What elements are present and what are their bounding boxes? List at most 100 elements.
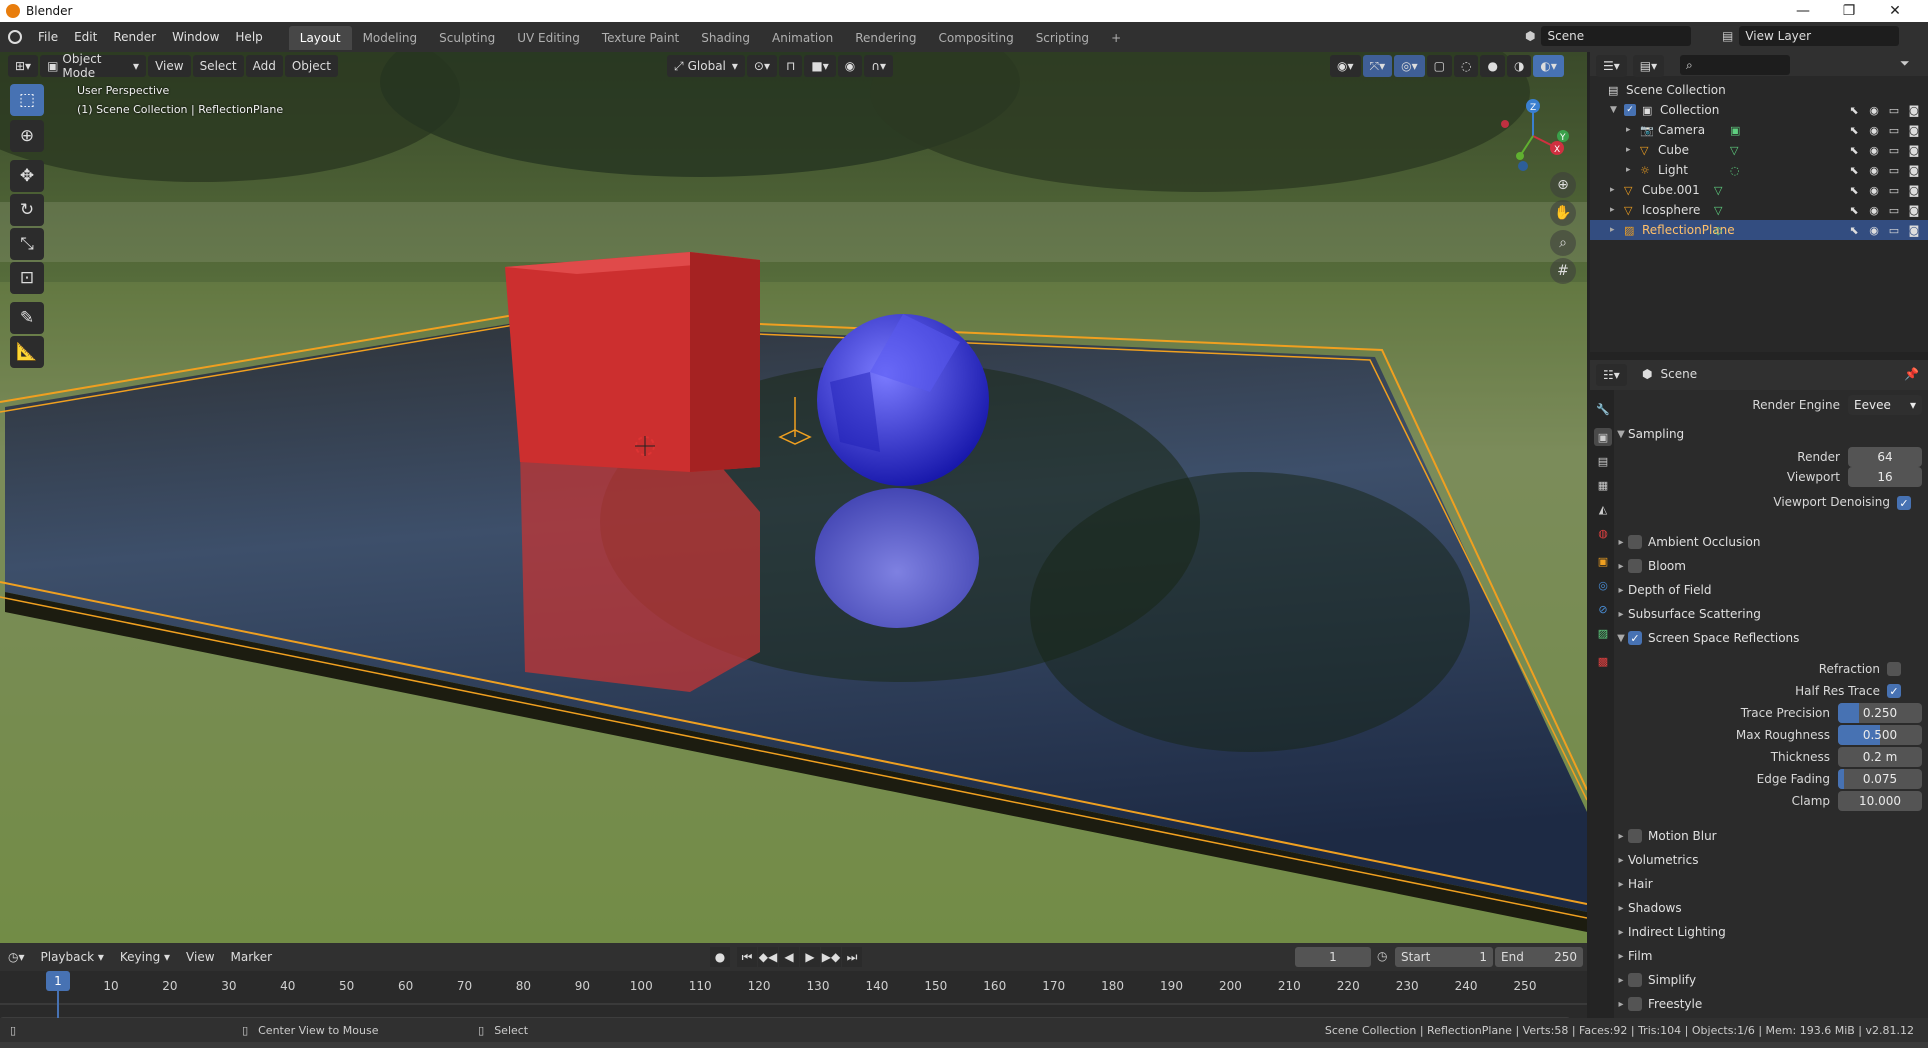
tool-cursor[interactable]: ⊕ xyxy=(10,120,44,152)
select-arrow-icon[interactable]: ⬉ xyxy=(1846,222,1862,238)
monitor-icon[interactable]: ▭ xyxy=(1886,162,1902,178)
properties-editor-type[interactable]: ☷▾ xyxy=(1596,364,1627,386)
camera-view-button[interactable]: ⌕ xyxy=(1550,230,1576,256)
shading-rendered[interactable]: ◐▾ xyxy=(1533,55,1564,77)
outliner-row[interactable]: ▤ Scene Collection xyxy=(1590,80,1928,100)
select-arrow-icon[interactable]: ⬉ xyxy=(1846,182,1862,198)
panel-header[interactable]: ▸ Bloom xyxy=(1614,554,1928,578)
view-layer-selector[interactable]: ▤ View Layer xyxy=(1722,26,1900,46)
select-arrow-icon[interactable]: ⬉ xyxy=(1846,122,1862,138)
collection-checkbox[interactable]: ✓ xyxy=(1624,104,1636,116)
tab-scripting[interactable]: Scripting xyxy=(1025,26,1100,50)
expand-icon[interactable]: ▸ xyxy=(1626,165,1631,175)
minimize-button[interactable]: — xyxy=(1780,0,1826,22)
refraction-checkbox[interactable] xyxy=(1887,662,1901,676)
ssr-checkbox[interactable]: ✓ xyxy=(1628,631,1642,645)
end-frame-field[interactable]: End 250 xyxy=(1495,947,1583,967)
play-reverse-button[interactable]: ◀ xyxy=(779,947,799,967)
tab-modeling[interactable]: Modeling xyxy=(352,26,429,50)
tab-view-layer[interactable]: ▦ xyxy=(1594,476,1612,494)
eye-icon[interactable]: ◉ xyxy=(1866,202,1882,218)
render-samples-field[interactable]: 64 xyxy=(1848,447,1922,467)
panel-header[interactable]: ▸ Subsurface Scattering xyxy=(1614,602,1928,626)
edge-fading-slider[interactable]: 0.075 xyxy=(1838,769,1922,789)
tab-object[interactable]: ▣ xyxy=(1594,552,1612,570)
select-arrow-icon[interactable]: ⬉ xyxy=(1846,142,1862,158)
tool-annotate[interactable]: ✎ xyxy=(10,302,44,334)
stopwatch-icon[interactable]: ◷ xyxy=(1377,949,1387,963)
tab-render[interactable]: ▣ xyxy=(1594,428,1612,446)
menu-edit[interactable]: Edit xyxy=(66,22,105,52)
tab-rendering[interactable]: Rendering xyxy=(844,26,927,50)
timeline-menu-keying[interactable]: Keying ▾ xyxy=(112,950,178,964)
viewport-menu-view[interactable]: View xyxy=(148,55,191,77)
outliner-row[interactable]: ▸ 📷 Camera ▣ ⬉ ◉ ▭ ◙ xyxy=(1590,120,1928,140)
tab-physics[interactable]: ◎ xyxy=(1594,576,1612,594)
panel-sampling-header[interactable]: ▼ Sampling xyxy=(1614,422,1928,446)
panel-enable-checkbox[interactable] xyxy=(1628,829,1642,843)
render-camera-icon[interactable]: ◙ xyxy=(1906,162,1922,178)
monitor-icon[interactable]: ▭ xyxy=(1886,142,1902,158)
proportional-edit-toggle[interactable]: ◉ xyxy=(837,55,863,77)
tab-shading[interactable]: Shading xyxy=(690,26,761,50)
tab-uv-editing[interactable]: UV Editing xyxy=(506,26,591,50)
render-camera-icon[interactable]: ◙ xyxy=(1906,122,1922,138)
tool-transform[interactable]: ⊡ xyxy=(10,262,44,294)
select-arrow-icon[interactable]: ⬉ xyxy=(1846,102,1862,118)
tool-rotate[interactable]: ↻ xyxy=(10,194,44,226)
eye-icon[interactable]: ◉ xyxy=(1866,102,1882,118)
outliner-search-input[interactable]: ⌕ xyxy=(1680,55,1790,75)
snap-target-button[interactable]: ■▾ xyxy=(804,55,836,77)
tab-texture-paint[interactable]: Texture Paint xyxy=(591,26,690,50)
panel-header[interactable]: ▸ Simplify xyxy=(1614,968,1928,992)
start-frame-field[interactable]: Start 1 xyxy=(1395,947,1493,967)
pin-icon[interactable]: 📌 xyxy=(1904,367,1919,381)
scene-selector[interactable]: ⬢ Scene xyxy=(1525,26,1692,46)
mode-dropdown[interactable]: ▣ Object Mode ▾ xyxy=(40,52,147,80)
current-frame-field[interactable]: 1 xyxy=(1295,947,1371,967)
editor-type-button[interactable]: ⊞▾ xyxy=(8,55,39,77)
object-data-icon[interactable]: ▽ xyxy=(1714,184,1722,197)
eye-icon[interactable]: ◉ xyxy=(1866,162,1882,178)
tool-scale[interactable]: ⤡ xyxy=(10,228,44,260)
render-camera-icon[interactable]: ◙ xyxy=(1906,102,1922,118)
panel-header[interactable]: ▸ Shadows xyxy=(1614,896,1928,920)
object-data-icon[interactable]: ▣ xyxy=(1730,124,1740,137)
panel-header[interactable]: ▸ Hair xyxy=(1614,872,1928,896)
collapse-icon[interactable]: ▼ xyxy=(1610,105,1617,115)
tab-animation[interactable]: Animation xyxy=(761,26,844,50)
3d-viewport[interactable]: ⊞▾ ▣ Object Mode ▾ View Select Add Object … xyxy=(0,52,1587,943)
monitor-icon[interactable]: ▭ xyxy=(1886,202,1902,218)
expand-icon[interactable]: ▸ xyxy=(1626,145,1631,155)
max-roughness-slider[interactable]: 0.500 xyxy=(1838,725,1922,745)
monitor-icon[interactable]: ▭ xyxy=(1886,102,1902,118)
shading-wireframe[interactable]: ◌ xyxy=(1453,55,1479,77)
expand-icon[interactable]: ▸ xyxy=(1610,205,1615,215)
menu-window[interactable]: Window xyxy=(164,22,227,52)
trace-precision-slider[interactable]: 0.250 xyxy=(1838,703,1922,723)
pan-button[interactable]: ✋ xyxy=(1550,200,1576,226)
tool-measure[interactable]: 📐 xyxy=(10,336,44,368)
next-keyframe-button[interactable]: ▶◆ xyxy=(821,947,841,967)
tab-constraints[interactable]: ⊘ xyxy=(1594,600,1612,618)
tab-data[interactable]: ▨ xyxy=(1594,624,1612,642)
thickness-field[interactable]: 0.2 m xyxy=(1838,747,1922,767)
play-button[interactable]: ▶ xyxy=(800,947,820,967)
viewport-menu-add[interactable]: Add xyxy=(245,55,283,77)
clamp-field[interactable]: 10.000 xyxy=(1838,791,1922,811)
pivot-point-button[interactable]: ⊙▾ xyxy=(746,55,777,77)
eye-icon[interactable]: ◉ xyxy=(1866,222,1882,238)
visibility-button[interactable]: ◉▾ xyxy=(1330,55,1361,77)
eye-icon[interactable]: ◉ xyxy=(1866,142,1882,158)
monitor-icon[interactable]: ▭ xyxy=(1886,182,1902,198)
jump-start-button[interactable]: ⏮ xyxy=(737,947,757,967)
expand-icon[interactable]: ▸ xyxy=(1626,125,1631,135)
panel-header[interactable]: ▸ Freestyle xyxy=(1614,992,1928,1016)
zoom-button[interactable]: ⊕ xyxy=(1550,172,1576,198)
add-workspace-button[interactable]: + xyxy=(1100,26,1132,50)
gizmo-toggle[interactable]: ⤧▾ xyxy=(1362,55,1393,77)
object-data-icon[interactable]: ◌ xyxy=(1730,164,1740,177)
timeline-menu-playback[interactable]: Playback ▾ xyxy=(33,950,112,964)
object-data-icon[interactable]: ▽ xyxy=(1730,144,1738,157)
tab-scene[interactable]: ◭ xyxy=(1594,500,1612,518)
